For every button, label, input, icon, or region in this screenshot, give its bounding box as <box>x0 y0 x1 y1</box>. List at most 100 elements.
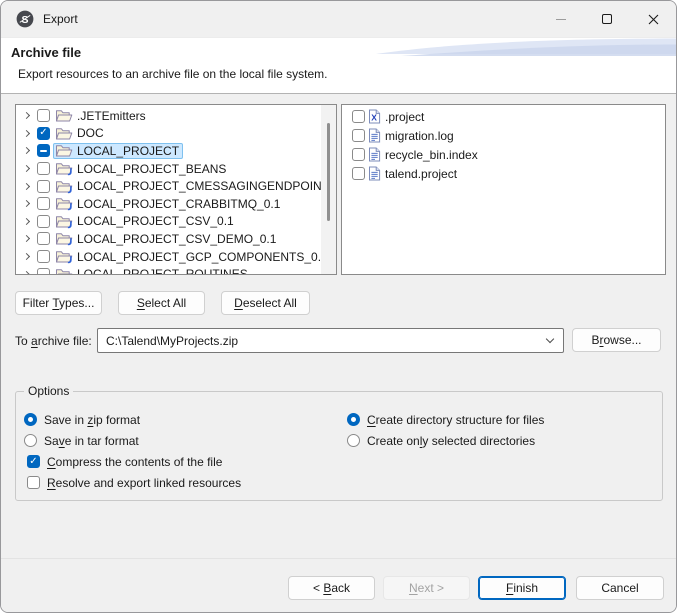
tree-item[interactable]: DOC <box>16 125 336 143</box>
expand-chevron-icon[interactable] <box>19 166 34 171</box>
option-label: Compress the contents of the file <box>47 455 222 469</box>
option-row[interactable]: Resolve and export linked resources <box>24 472 241 493</box>
radio-button[interactable] <box>24 434 37 447</box>
option-label-text: Create only selected directories <box>367 434 535 448</box>
next-button[interactable]: Next > <box>383 576 470 600</box>
checkbox[interactable] <box>37 162 50 175</box>
option-row[interactable]: Save in tar format <box>24 430 241 451</box>
checkbox[interactable] <box>352 110 365 123</box>
tree-item-selection: LOCAL_PROJECT_CSV_DEMO_0.1 <box>53 231 280 247</box>
file-item[interactable]: migration.log <box>342 126 665 145</box>
checkbox[interactable] <box>352 148 365 161</box>
tree-scrollbar-thumb[interactable] <box>327 123 330 221</box>
file-item[interactable]: talend.project <box>342 164 665 183</box>
window-controls <box>538 1 676 37</box>
back-button[interactable]: < Back <box>288 576 375 600</box>
tree-item[interactable]: .JETEmitters <box>16 107 336 125</box>
tree-item-label: LOCAL_PROJECT_GCP_COMPONENTS_0.1 <box>77 250 328 264</box>
minimize-icon <box>556 19 566 20</box>
tree-item[interactable]: LOCAL_PROJECT_CRABBITMQ_0.1 <box>16 195 336 213</box>
checkbox[interactable] <box>37 144 50 157</box>
filter-types-button[interactable]: Filter Types... <box>15 291 102 315</box>
deselect-all-button[interactable]: Deselect All <box>221 291 310 315</box>
options-group-label: Options <box>24 384 73 398</box>
expand-chevron-icon[interactable] <box>19 272 34 275</box>
option-label-text: Resolve and export linked resources <box>47 476 241 490</box>
expand-chevron-icon[interactable] <box>19 148 34 153</box>
tree-item[interactable]: LOCAL_PROJECT_GCP_COMPONENTS_0.1 <box>16 248 336 266</box>
file-item-label: migration.log <box>385 129 454 143</box>
tree-item-selection: DOC <box>53 125 108 141</box>
footer: < Back Next > Finish Cancel <box>1 558 676 612</box>
option-row[interactable]: Compress the contents of the file <box>24 451 241 472</box>
close-button[interactable] <box>630 1 676 37</box>
select-all-button[interactable]: Select All <box>118 291 205 315</box>
expand-chevron-icon[interactable] <box>19 184 34 189</box>
file-item[interactable]: recycle_bin.index <box>342 145 665 164</box>
tree-item[interactable]: LOCAL_PROJECT_BEANS <box>16 160 336 178</box>
cancel-button[interactable]: Cancel <box>576 576 664 600</box>
checkbox[interactable] <box>37 232 50 245</box>
expand-chevron-icon[interactable] <box>19 201 34 206</box>
folder-ref-icon <box>55 231 73 246</box>
checkbox[interactable] <box>352 129 365 142</box>
tree-item[interactable]: LOCAL_PROJECT_ROUTINES <box>16 265 336 275</box>
folder-ref-icon <box>55 196 73 211</box>
maximize-button[interactable] <box>584 1 630 37</box>
expand-chevron-icon[interactable] <box>19 131 34 136</box>
expand-chevron-icon[interactable] <box>19 236 34 241</box>
titlebar[interactable]: S Export <box>1 1 676 37</box>
tree-item-label: LOCAL_PROJECT_ROUTINES <box>77 267 248 275</box>
option-row[interactable]: Save in zip format <box>24 409 241 430</box>
checkbox[interactable] <box>37 268 50 275</box>
wizard-banner: Archive file Export resources to an arch… <box>1 37 676 94</box>
file-text-icon <box>368 166 381 181</box>
app-icon: S <box>16 10 34 28</box>
archive-file-combo[interactable]: C:\Talend\MyProjects.zip <box>97 328 564 353</box>
folder-icon <box>55 126 73 141</box>
tree-scrollbar-track[interactable] <box>321 105 336 274</box>
file-text-icon <box>368 147 381 162</box>
checkbox[interactable] <box>37 127 50 140</box>
checkbox[interactable] <box>37 215 50 228</box>
checkbox[interactable] <box>37 109 50 122</box>
radio-button[interactable] <box>24 413 37 426</box>
option-label-text: Save in tar format <box>44 434 139 448</box>
minimize-button[interactable] <box>538 1 584 37</box>
folder-icon <box>55 143 73 158</box>
window-title: Export <box>43 12 78 26</box>
option-row[interactable]: Create directory structure for files <box>347 409 544 430</box>
expand-chevron-icon[interactable] <box>19 254 34 259</box>
project-tree: .JETEmittersDOCLOCAL_PROJECTLOCAL_PROJEC… <box>15 104 337 275</box>
chevron-down-icon[interactable] <box>546 335 554 343</box>
expand-chevron-icon[interactable] <box>19 219 34 224</box>
radio-button[interactable] <box>347 413 360 426</box>
svg-text:X: X <box>371 112 377 122</box>
checkbox[interactable] <box>352 167 365 180</box>
tree-item-selection: LOCAL_PROJECT_CSV_0.1 <box>53 213 238 229</box>
file-list: X.project migration.log recycle_bin.indext… <box>341 104 666 275</box>
browse-button[interactable]: Browse... <box>572 328 661 352</box>
tree-item[interactable]: LOCAL_PROJECT <box>16 142 336 160</box>
file-item[interactable]: X.project <box>342 107 665 126</box>
radio-button[interactable] <box>347 434 360 447</box>
option-label: Create directory structure for files <box>367 413 544 427</box>
tree-item-label: LOCAL_PROJECT_CMESSAGINGENDPOINT_0.1 <box>77 179 337 193</box>
finish-button[interactable]: Finish <box>478 576 566 600</box>
checkbox[interactable] <box>37 197 50 210</box>
checkbox[interactable] <box>27 476 40 489</box>
archive-file-label: To archive file: <box>15 328 92 353</box>
tree-item[interactable]: LOCAL_PROJECT_CSV_DEMO_0.1 <box>16 230 336 248</box>
folder-ref-icon <box>55 179 73 194</box>
options-group: Options Save in zip format Save in tar fo… <box>15 384 663 501</box>
checkbox[interactable] <box>37 250 50 263</box>
tree-item[interactable]: LOCAL_PROJECT_CSV_0.1 <box>16 213 336 231</box>
tree-item-label: LOCAL_PROJECT_CSV_DEMO_0.1 <box>77 232 276 246</box>
checkbox[interactable] <box>37 180 50 193</box>
option-row[interactable]: Create only selected directories <box>347 430 544 451</box>
tree-item-label: LOCAL_PROJECT_CSV_0.1 <box>77 214 234 228</box>
checkbox[interactable] <box>27 455 40 468</box>
tree-item[interactable]: LOCAL_PROJECT_CMESSAGINGENDPOINT_0.1 <box>16 177 336 195</box>
folder-ref-icon <box>55 214 73 229</box>
expand-chevron-icon[interactable] <box>19 113 34 118</box>
